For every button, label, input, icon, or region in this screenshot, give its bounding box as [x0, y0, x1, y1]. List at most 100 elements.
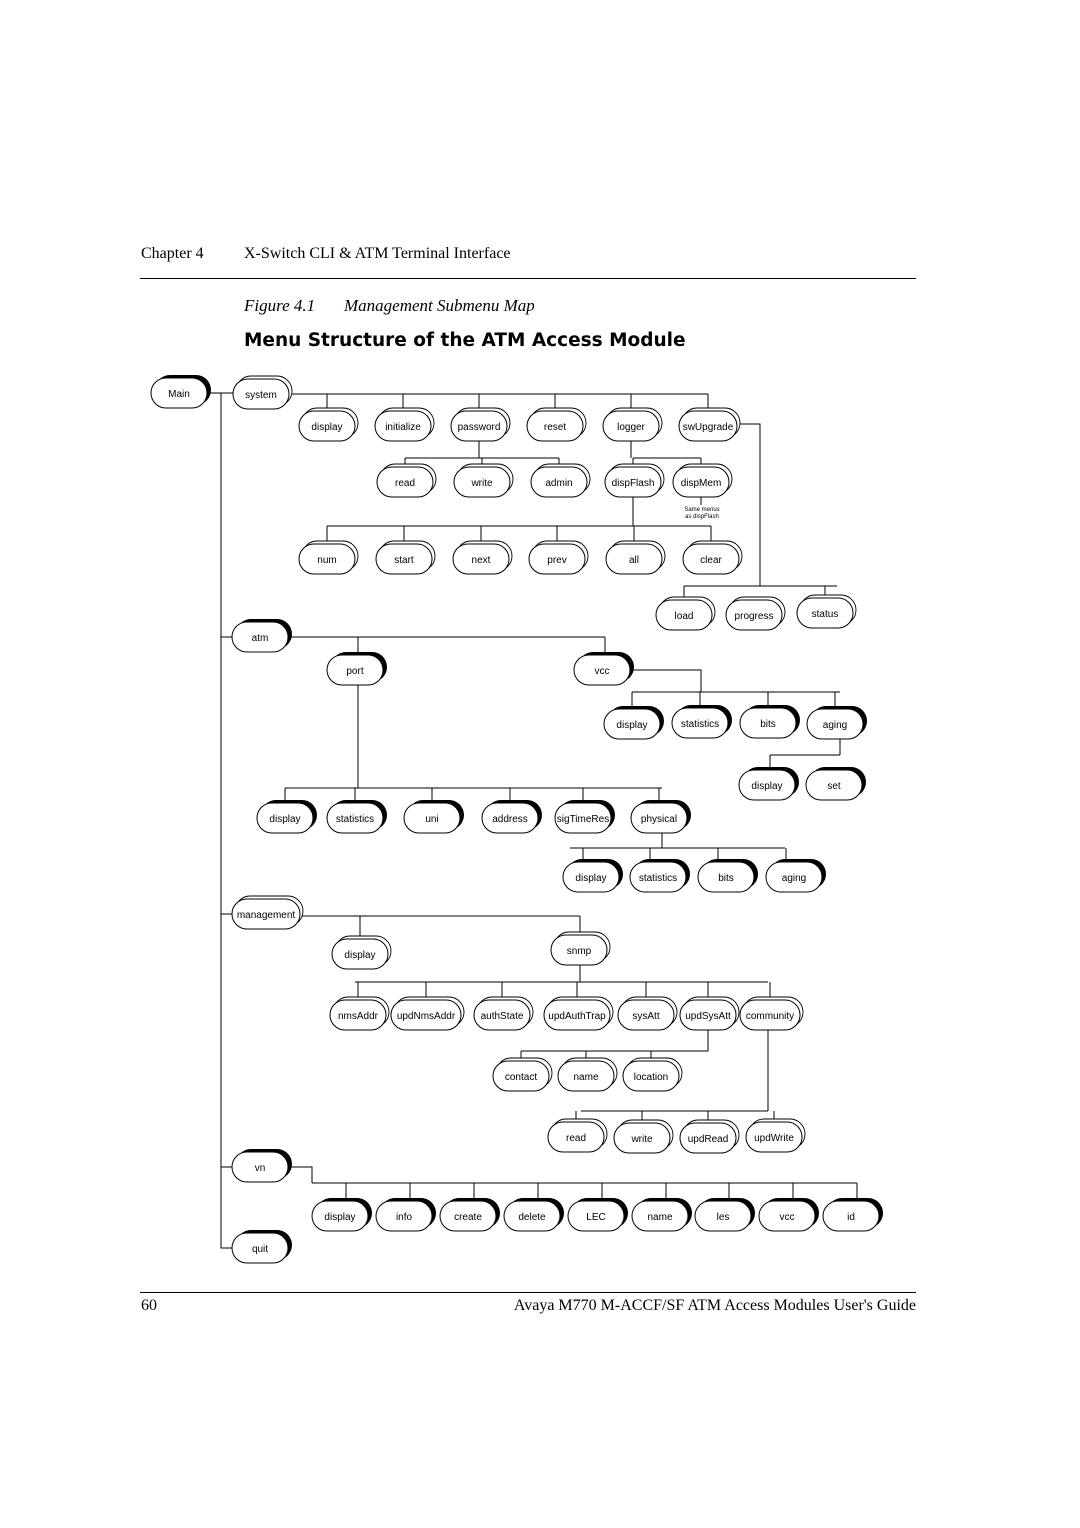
node-label: atm	[252, 633, 269, 644]
menu-node-snmp-sysatt: sysAtt	[617, 996, 678, 1031]
menu-node-sw-load: load	[655, 596, 716, 631]
node-label: info	[396, 1212, 413, 1223]
annotation-same-menus: as dispFlash	[685, 514, 719, 520]
menu-node-system: system	[232, 375, 293, 410]
node-label: updRead	[688, 1134, 729, 1145]
node-label: reset	[544, 422, 566, 433]
menu-node-snmp-nmsaddr: nmsAddr	[329, 996, 390, 1031]
menu-node-vcc-aging: aging	[806, 706, 867, 740]
connector-updsysatt-bus	[521, 1030, 709, 1052]
node-label: display	[269, 814, 300, 825]
menu-node-aging-set: set	[805, 767, 866, 801]
menu-node-phy-bits: bits	[697, 859, 758, 893]
node-label: updAuthTrap	[548, 1011, 606, 1022]
node-label: next	[472, 555, 491, 566]
node-label: num	[317, 555, 336, 566]
menu-node-vn-id: id	[822, 1198, 883, 1232]
menu-node-atm: atm	[231, 619, 292, 653]
menu-node-snmp-updnmsaddr: updNmsAddr	[390, 996, 465, 1031]
node-label: read	[566, 1133, 586, 1144]
node-label: display	[616, 720, 647, 731]
node-label: display	[575, 873, 606, 884]
node-label: statistics	[336, 814, 374, 825]
menu-node-sys-logger: logger	[602, 407, 663, 442]
node-label: les	[717, 1212, 730, 1223]
node-label: status	[812, 609, 839, 620]
menu-node-vcc-bits: bits	[739, 705, 800, 739]
menu-node-vcc-display: display	[603, 706, 664, 740]
node-label: sigTimeRes	[557, 814, 609, 825]
menu-node-sw-progress: progress	[725, 596, 786, 631]
node-label: load	[675, 611, 694, 622]
menu-node-snmp-authstate: authState	[473, 996, 534, 1031]
node-label: updNmsAddr	[397, 1011, 456, 1022]
node-label: dispMem	[681, 478, 722, 489]
menu-node-vn-info: info	[375, 1198, 436, 1232]
node-label: create	[454, 1212, 482, 1223]
menu-node-log-dispflash: dispFlash	[604, 463, 665, 498]
node-label: write	[630, 1134, 653, 1145]
page-number: 60	[141, 1297, 157, 1314]
menu-node-usa-contact: contact	[492, 1057, 553, 1092]
node-label: snmp	[567, 946, 592, 957]
menu-node-com-updread: updRead	[679, 1119, 740, 1154]
menu-node-vn-vcc: vcc	[758, 1198, 819, 1232]
node-label: id	[847, 1212, 855, 1223]
menu-node-df-start: start	[375, 540, 436, 575]
node-label: logger	[617, 422, 645, 433]
node-label: community	[746, 1011, 794, 1022]
annotation-same-menus: Same menus	[684, 507, 719, 513]
menu-node-main: Main	[150, 375, 211, 409]
annotations: Same menusas dispFlash	[684, 507, 719, 520]
menu-node-vcc-statistics: statistics	[671, 705, 732, 739]
menu-node-sys-password: password	[450, 407, 511, 442]
node-label: start	[394, 555, 414, 566]
node-label: contact	[505, 1072, 537, 1083]
menu-node-df-prev: prev	[528, 540, 589, 575]
menu-node-port-display: display	[256, 800, 317, 834]
menu-node-com-read: read	[547, 1118, 608, 1153]
menu-node-vn-name: name	[631, 1198, 692, 1232]
menu-node-vn-create: create	[439, 1198, 500, 1232]
node-label: initialize	[385, 422, 421, 433]
menu-node-com-updwrite: updWrite	[745, 1118, 806, 1153]
node-label: clear	[700, 555, 722, 566]
menu-node-df-clear: clear	[682, 540, 743, 575]
menu-node-vn-lec: LEC	[567, 1198, 628, 1232]
menu-node-vn-les: les	[694, 1198, 755, 1232]
menu-node-port-uni: uni	[403, 800, 464, 834]
node-label: bits	[718, 873, 734, 884]
menu-node-sys-swupgrade: swUpgrade	[678, 407, 741, 442]
menu-node-sw-status: status	[796, 594, 857, 629]
menu-node-sys-display: display	[298, 407, 359, 442]
node-label: bits	[760, 719, 776, 730]
node-label: password	[458, 422, 501, 433]
node-label: port	[346, 666, 363, 677]
menu-node-pw-admin: admin	[530, 463, 591, 498]
node-label: write	[470, 478, 493, 489]
node-label: aging	[782, 873, 806, 884]
node-label: prev	[547, 555, 566, 566]
menu-node-pw-write: write	[453, 463, 514, 498]
node-label: aging	[823, 720, 847, 731]
node-label: LEC	[586, 1212, 605, 1223]
node-label: name	[647, 1212, 672, 1223]
node-label: all	[629, 555, 639, 566]
menu-node-usa-name: name	[557, 1057, 618, 1092]
node-label: updWrite	[754, 1133, 794, 1144]
node-label: vcc	[595, 666, 610, 677]
node-label: statistics	[639, 873, 677, 884]
menu-node-port-sigtimeres: sigTimeRes	[554, 800, 615, 834]
node-label: nmsAddr	[338, 1011, 379, 1022]
node-label: physical	[641, 814, 677, 825]
node-label: sysAtt	[632, 1011, 659, 1022]
menu-node-log-dispmem: dispMem	[672, 463, 733, 498]
menu-node-mgmt-snmp: snmp	[550, 931, 611, 966]
node-label: vn	[255, 1163, 266, 1174]
menu-node-mgmt-display: display	[331, 935, 392, 970]
footer-divider	[140, 1292, 916, 1293]
node-label: quit	[252, 1244, 268, 1255]
node-label: updSysAtt	[685, 1011, 731, 1022]
menu-node-sys-initialize: initialize	[374, 407, 435, 442]
menu-node-port-address: address	[481, 800, 542, 834]
